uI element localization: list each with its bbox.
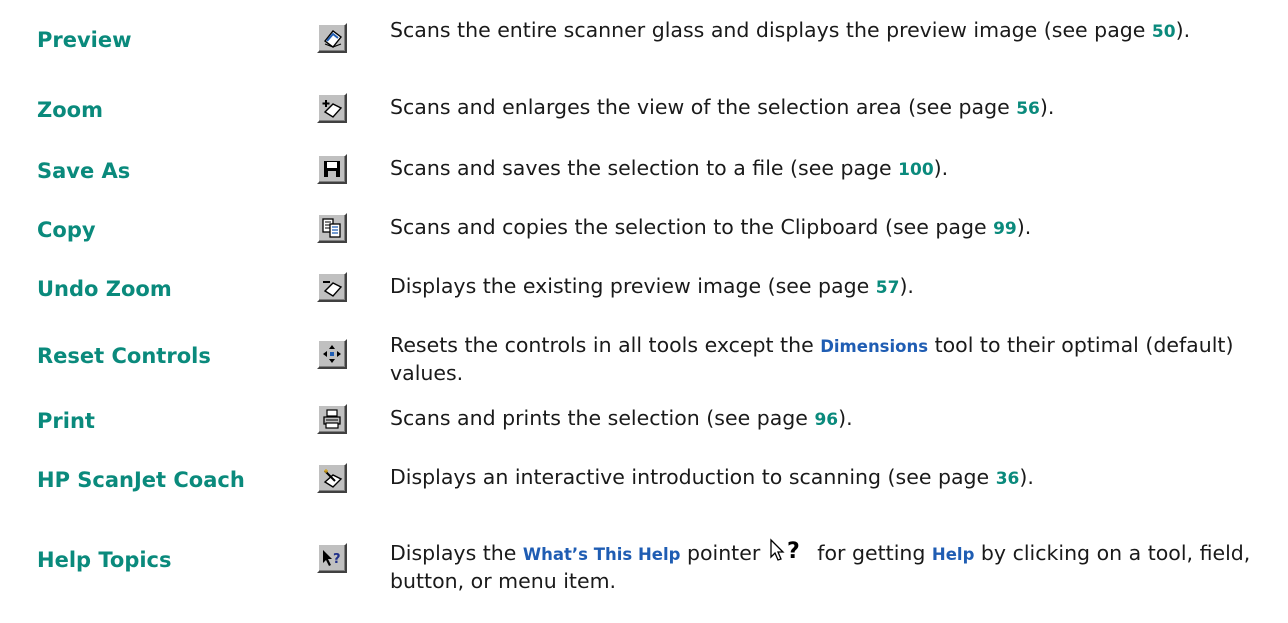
- coach-wand-icon[interactable]: [317, 463, 347, 493]
- dimensions-keyword: Dimensions: [820, 337, 929, 356]
- term-zoom: Zoom: [37, 98, 103, 122]
- help-pointer-icon: ?: [767, 537, 811, 565]
- term-save-as: Save As: [37, 159, 131, 183]
- page-link[interactable]: 50: [1152, 22, 1176, 42]
- term-preview: Preview: [37, 28, 132, 52]
- copy-icon[interactable]: [317, 213, 347, 243]
- description: Displays an interactive introduction to …: [390, 465, 1034, 489]
- description: Scans the entire scanner glass and displ…: [390, 18, 1191, 42]
- page-link[interactable]: 99: [993, 219, 1017, 239]
- whats-this-help-icon[interactable]: ?: [317, 543, 347, 573]
- description: Scans and prints the selection (see page…: [390, 406, 853, 430]
- page-link[interactable]: 100: [898, 160, 934, 180]
- description: Scans and enlarges the view of the selec…: [390, 95, 1055, 119]
- help-keyword: Help: [931, 545, 975, 564]
- term-help-topics: Help Topics: [37, 548, 172, 572]
- page-link[interactable]: 96: [814, 410, 838, 430]
- term-hp-scanjet-coach: HP ScanJet Coach: [37, 468, 245, 492]
- description: Scans and saves the selection to a file …: [390, 156, 949, 180]
- whats-this-help-keyword: What’s This Help: [522, 545, 681, 564]
- zoom-scan-icon[interactable]: [317, 93, 347, 123]
- page-link[interactable]: 36: [996, 469, 1020, 489]
- description: Displays the What’s This Help pointer ? …: [390, 537, 1251, 593]
- description: Displays the existing preview image (see…: [390, 274, 914, 298]
- reset-controls-icon[interactable]: [317, 339, 347, 369]
- term-undo-zoom: Undo Zoom: [37, 277, 172, 301]
- description: Resets the controls in all tools except …: [390, 333, 1234, 385]
- svg-text:?: ?: [787, 539, 800, 564]
- term-print: Print: [37, 409, 95, 433]
- scanner-preview-icon[interactable]: [317, 23, 347, 53]
- description: Scans and copies the selection to the Cl…: [390, 215, 1032, 239]
- term-reset-controls: Reset Controls: [37, 344, 211, 368]
- page-link[interactable]: 56: [1016, 99, 1040, 119]
- printer-icon[interactable]: [317, 404, 347, 434]
- floppy-disk-icon[interactable]: [317, 154, 347, 184]
- undo-zoom-icon[interactable]: [317, 272, 347, 302]
- term-copy: Copy: [37, 218, 96, 242]
- page-link[interactable]: 57: [876, 278, 900, 298]
- svg-text:?: ?: [333, 552, 341, 567]
